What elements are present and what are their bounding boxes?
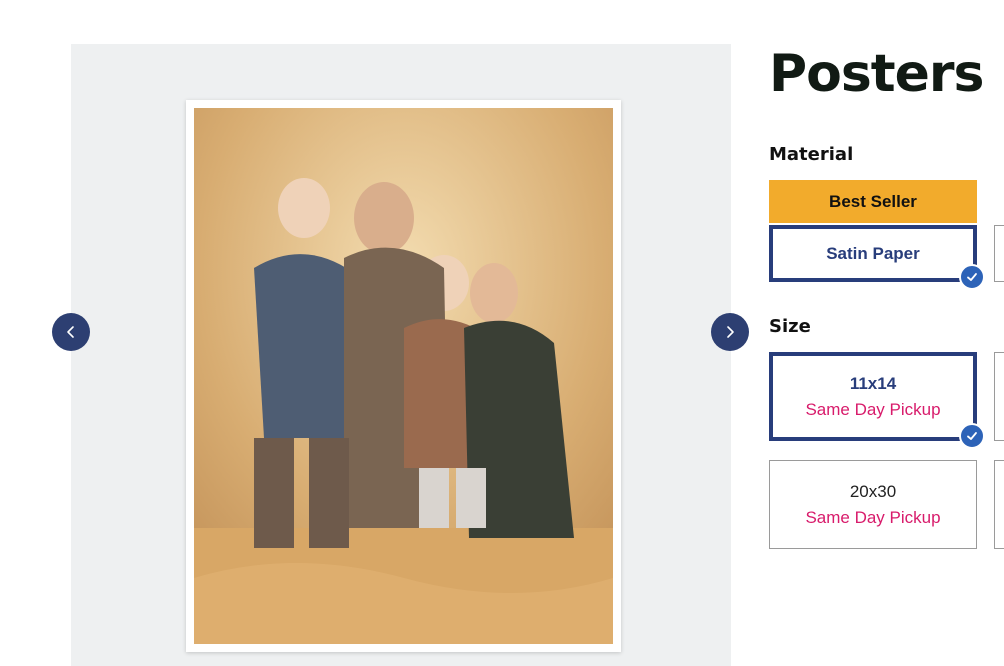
poster-preview: [186, 100, 621, 652]
product-image-gallery: [71, 44, 731, 666]
same-day-pickup-label: Same Day Pickup: [805, 399, 941, 419]
next-image-button[interactable]: [711, 313, 749, 351]
selected-check-icon: [959, 423, 985, 449]
selected-check-icon: [959, 264, 985, 290]
size-option-label: 11x14: [849, 373, 897, 393]
family-portrait-photo: [194, 108, 613, 644]
material-option-next[interactable]: [994, 225, 1004, 282]
chevron-left-icon: [67, 326, 74, 338]
size-option-label: 20x30: [849, 481, 897, 501]
chevron-right-icon: [727, 326, 734, 338]
size-option-20x30[interactable]: 20x30 Same Day Pickup: [769, 460, 977, 549]
size-option-next-row1[interactable]: [994, 352, 1004, 441]
size-section-label: Size: [769, 316, 811, 337]
previous-image-button[interactable]: [52, 313, 90, 351]
size-option-next-row2[interactable]: [994, 460, 1004, 549]
product-title: Posters: [769, 44, 985, 104]
material-option-label: Satin Paper: [826, 243, 920, 263]
best-seller-badge: Best Seller: [769, 180, 977, 223]
material-option-satin-paper[interactable]: Satin Paper: [769, 225, 985, 290]
same-day-pickup-label: Same Day Pickup: [805, 507, 941, 527]
material-section-label: Material: [769, 144, 854, 165]
size-option-11x14[interactable]: 11x14 Same Day Pickup: [769, 352, 985, 449]
